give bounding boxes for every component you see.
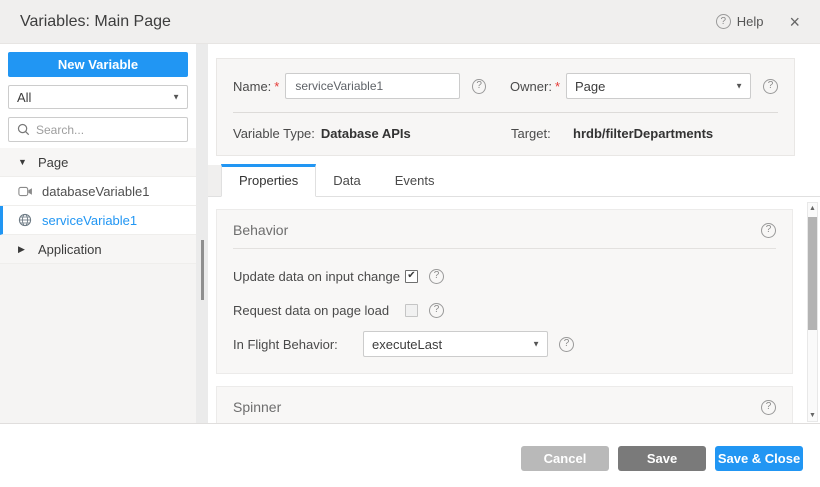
database-variable-icon — [18, 185, 33, 198]
update-data-field-row: Update data on input change ✔ ? — [233, 259, 776, 293]
in-flight-select[interactable]: executeLast ▼ — [363, 331, 548, 357]
chevron-down-icon: ▼ — [172, 93, 180, 102]
name-owner-row: Name: * ? Owner: * Page ▼ ? — [233, 73, 778, 99]
tab-properties[interactable]: Properties — [221, 164, 316, 197]
scroll-up-icon[interactable]: ▲ — [808, 205, 817, 212]
service-variable-globe-icon — [18, 214, 33, 227]
target-label: Target: — [511, 126, 573, 141]
save-button[interactable]: Save — [618, 446, 706, 471]
tree-item-label: databaseVariable1 — [42, 184, 149, 199]
required-marker: * — [555, 79, 560, 94]
chevron-down-icon: ▼ — [735, 82, 743, 91]
spinner-section-title: Spinner — [233, 399, 761, 415]
card-divider — [233, 112, 778, 113]
owner-help-icon[interactable]: ? — [763, 79, 778, 94]
request-data-checkbox[interactable]: ✔ — [405, 304, 418, 317]
sidebar-scrollbar-thumb[interactable] — [201, 240, 204, 300]
required-marker: * — [274, 79, 279, 94]
scroll-down-icon[interactable]: ▼ — [808, 412, 817, 419]
target-value: hrdb/filterDepartments — [573, 126, 713, 141]
sidebar-controls: New Variable All ▼ — [0, 44, 196, 148]
spinner-help-icon[interactable]: ? — [761, 400, 776, 415]
request-data-label: Request data on page load — [233, 303, 405, 318]
variable-type-value: Database APIs — [321, 126, 411, 141]
behavior-help-icon[interactable]: ? — [761, 223, 776, 238]
properties-scroll-area: Behavior ? Update data on input change ✔… — [208, 197, 820, 423]
tab-data[interactable]: Data — [316, 165, 377, 196]
check-icon: ✔ — [407, 271, 415, 281]
spinner-section: Spinner ? — [216, 386, 793, 423]
in-flight-label: In Flight Behavior: — [233, 337, 363, 352]
filter-select[interactable]: All ▼ — [8, 85, 188, 109]
help-icon[interactable]: ? — [716, 14, 731, 29]
tab-bar: Properties Data Events — [208, 166, 820, 197]
main-scrollbar[interactable]: ▲ ▼ — [807, 202, 818, 422]
tab-events[interactable]: Events — [378, 165, 452, 196]
sidebar: New Variable All ▼ ▼ Page — [0, 44, 196, 423]
in-flight-help-icon[interactable]: ? — [559, 337, 574, 352]
variable-type-group: Variable Type: Database APIs — [233, 126, 511, 141]
close-icon[interactable]: × — [789, 13, 800, 31]
title-bar: Variables: Main Page ? Help × — [0, 0, 820, 44]
tree-group-label: Page — [38, 155, 68, 170]
name-help-icon[interactable]: ? — [472, 79, 486, 94]
update-data-label: Update data on input change — [233, 269, 405, 284]
page-title: Variables: Main Page — [20, 13, 171, 31]
filter-select-value: All — [17, 90, 31, 105]
main-scrollbar-thumb[interactable] — [808, 217, 817, 330]
main-panel: Name: * ? Owner: * Page ▼ ? — [208, 44, 820, 423]
sidebar-scrollbar[interactable] — [196, 44, 208, 423]
sidebar-filler — [0, 264, 196, 423]
new-variable-button[interactable]: New Variable — [8, 52, 188, 77]
chevron-down-icon: ▼ — [532, 340, 540, 349]
tab-bar-spacer — [208, 165, 221, 196]
name-input[interactable] — [285, 73, 460, 99]
variable-type-label: Variable Type: — [233, 126, 315, 141]
update-data-checkbox[interactable]: ✔ — [405, 270, 418, 283]
behavior-section-header: Behavior ? — [233, 222, 776, 238]
cancel-button[interactable]: Cancel — [521, 446, 609, 471]
caret-down-icon[interactable]: ▼ — [18, 157, 29, 167]
search-box[interactable] — [8, 117, 188, 142]
tree-item-servicevariable1[interactable]: serviceVariable1 — [0, 206, 196, 235]
caret-right-icon[interactable]: ▶ — [18, 244, 29, 255]
tree-item-databasevariable1[interactable]: databaseVariable1 — [0, 177, 196, 206]
help-button[interactable]: ? Help — [716, 14, 764, 29]
owner-select-value: Page — [575, 79, 605, 94]
in-flight-field-row: In Flight Behavior: executeLast ▼ ? — [233, 327, 776, 361]
owner-group: Owner: * Page ▼ ? — [510, 73, 778, 99]
update-data-help-icon[interactable]: ? — [429, 269, 444, 284]
behavior-section: Behavior ? Update data on input change ✔… — [216, 209, 793, 374]
tree-group-page[interactable]: ▼ Page — [0, 148, 196, 177]
variable-summary-card: Name: * ? Owner: * Page ▼ ? — [216, 58, 795, 156]
tree-group-label: Application — [38, 242, 102, 257]
owner-label: Owner: — [510, 79, 552, 94]
save-and-close-button[interactable]: Save & Close — [715, 446, 803, 471]
name-label: Name: — [233, 79, 271, 94]
content-area: New Variable All ▼ ▼ Page — [0, 44, 820, 424]
type-target-row: Variable Type: Database APIs Target: hrd… — [233, 126, 778, 141]
owner-select[interactable]: Page ▼ — [566, 73, 751, 99]
search-icon — [17, 123, 30, 136]
spinner-section-header: Spinner ? — [233, 399, 776, 415]
request-data-field-row: Request data on page load ✔ ? — [233, 293, 776, 327]
variable-tree: ▼ Page databaseVariable1 serviceVariable… — [0, 148, 196, 264]
footer-bar: Cancel Save Save & Close — [0, 424, 820, 487]
variables-dialog: Variables: Main Page ? Help × New Variab… — [0, 0, 820, 487]
search-input[interactable] — [36, 123, 191, 137]
in-flight-select-value: executeLast — [372, 337, 442, 352]
behavior-section-title: Behavior — [233, 222, 761, 238]
request-data-help-icon[interactable]: ? — [429, 303, 444, 318]
help-label[interactable]: Help — [737, 14, 764, 29]
tree-group-application[interactable]: ▶ Application — [0, 235, 196, 264]
section-divider — [233, 248, 776, 249]
tree-item-label: serviceVariable1 — [42, 213, 137, 228]
